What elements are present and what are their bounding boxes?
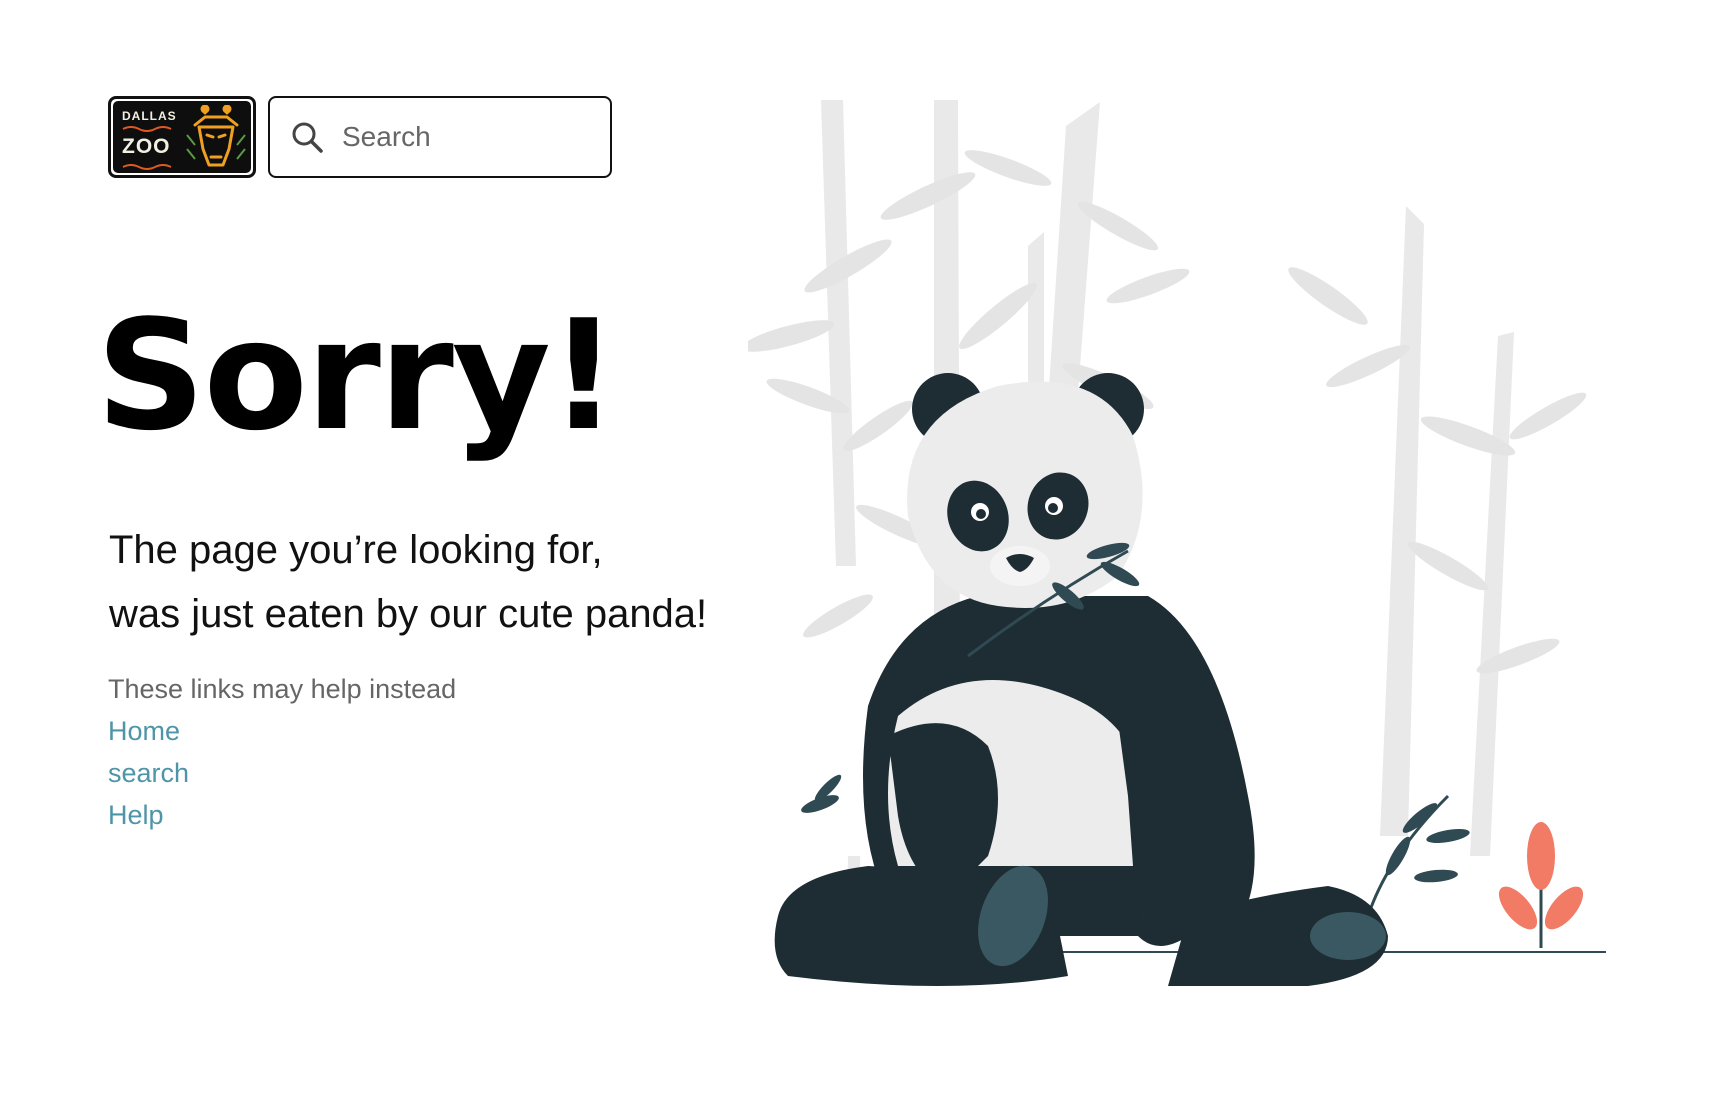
dallas-zoo-logo[interactable]: DALLAS ZOO [108, 96, 256, 178]
bamboo-leaves [748, 150, 1587, 674]
logo-wave-lines [122, 126, 172, 170]
panda [774, 373, 1388, 986]
error-message-line-1: The page you’re looking for, [109, 528, 603, 572]
panda-illustration [748, 100, 1606, 986]
fern-plant-left [801, 774, 842, 813]
help-links-intro: These links may help instead [108, 674, 457, 704]
page-title: Sorry! [96, 287, 618, 464]
help-links: These links may help instead Home search… [108, 668, 456, 836]
error-message: The page you’re looking for, was just ea… [109, 518, 707, 646]
giraffe-icon [186, 105, 246, 167]
logo-text-dallas: DALLAS [122, 109, 177, 123]
logo-badge: DALLAS ZOO [113, 101, 251, 173]
search-field[interactable] [268, 96, 612, 178]
help-link[interactable]: Help [108, 794, 456, 836]
red-flower-plant [1498, 822, 1584, 948]
search-icon [292, 122, 323, 153]
error-message-line-2: was just eaten by our cute panda! [109, 592, 708, 636]
home-link[interactable]: Home [108, 710, 456, 752]
header: DALLAS ZOO [108, 96, 612, 178]
search-input[interactable] [340, 120, 594, 154]
search-link[interactable]: search [108, 752, 456, 794]
